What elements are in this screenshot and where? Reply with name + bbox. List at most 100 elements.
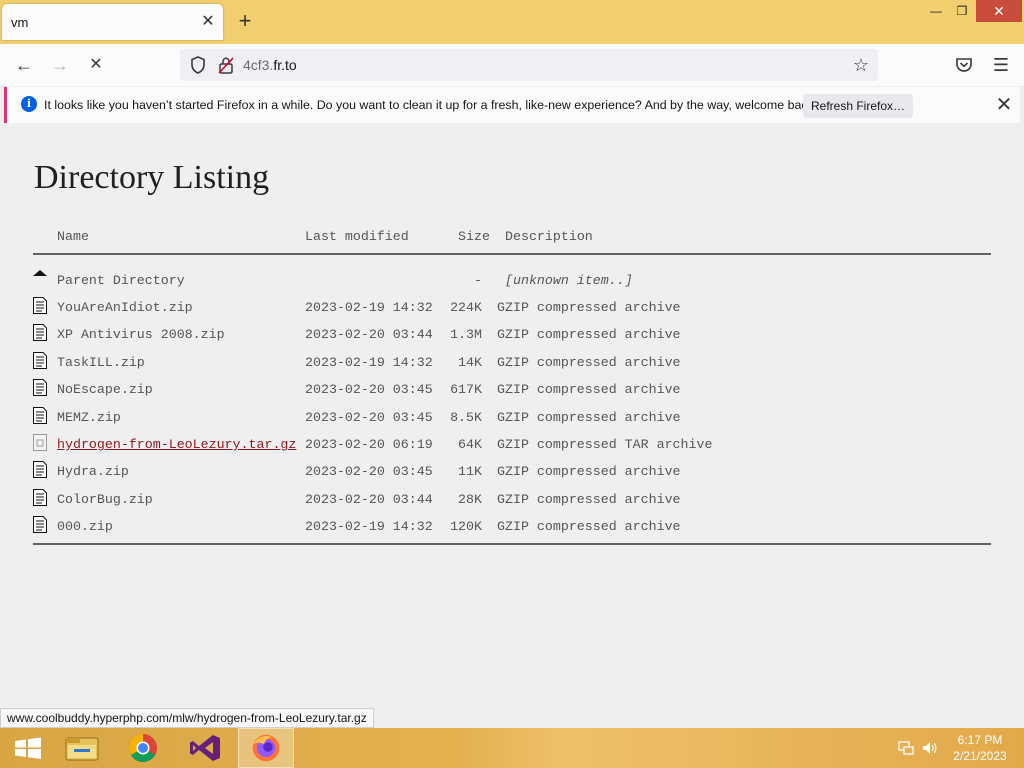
info-icon: i (21, 96, 37, 112)
column-header-name[interactable]: Name (57, 229, 89, 244)
close-window-button[interactable]: ✕ (976, 0, 1022, 22)
table-row: XP Antivirus 2008.zip 2023-02-20 03:44 1.3… (0, 324, 1024, 349)
file-description: GZIP compressed archive (497, 327, 681, 343)
back-button[interactable]: ← (12, 53, 36, 77)
tracking-protection-shield-icon[interactable] (188, 55, 208, 75)
compressed-file-icon (33, 516, 47, 534)
file-name-link[interactable]: hydrogen-from-LeoLezury.tar.gz (57, 437, 296, 452)
parent-directory-link[interactable]: Parent Directory (57, 273, 185, 288)
header-divider (33, 253, 991, 255)
taskbar-clock[interactable]: 6:17 PM 2/21/2023 (944, 732, 1016, 764)
file-name-link[interactable]: MEMZ.zip (57, 410, 121, 425)
clock-date: 2/21/2023 (953, 749, 1007, 763)
notification-close-icon[interactable]: ✕ (992, 93, 1016, 117)
title-bar: vm ✕ + — ❐ ✕ (0, 0, 1024, 44)
file-explorer-icon[interactable] (54, 728, 110, 768)
file-size: 1.3M (450, 327, 482, 343)
minimize-button[interactable]: — (922, 0, 950, 22)
table-row: TaskILL.zip 2023-02-19 14:32 14K GZIP compr… (0, 351, 1024, 377)
parent-directory-row: Parent Directory - [unknown item..] (0, 270, 1024, 295)
file-name-link[interactable]: XP Antivirus 2008.zip (57, 327, 225, 342)
file-last-modified: 2023-02-20 03:45 (305, 464, 433, 480)
file-size: 617K (450, 382, 482, 398)
file-description: GZIP compressed archive (497, 300, 681, 315)
table-row: hydrogen-from-LeoLezury.tar.gz 2023-02-20… (0, 434, 1024, 459)
file-name-link[interactable]: ColorBug.zip (57, 492, 153, 507)
file-description: GZIP compressed archive (497, 464, 681, 480)
file-description: GZIP compressed archive (497, 409, 681, 425)
compressed-file-icon (33, 488, 47, 506)
application-menu-button[interactable]: ☰ (990, 54, 1012, 76)
bookmark-star-icon[interactable]: ☆ (850, 54, 872, 76)
restore-button[interactable]: ❐ (948, 0, 976, 22)
pocket-icon[interactable] (953, 54, 975, 76)
file-name-link[interactable]: Hydra.zip (57, 464, 129, 479)
table-row: ColorBug.zip 2023-02-20 03:44 28K GZIP comp… (0, 488, 1024, 514)
file-last-modified: 2023-02-20 03:45 (305, 409, 433, 425)
file-last-modified: 2023-02-20 03:44 (305, 327, 433, 343)
file-size: 120K (450, 519, 482, 535)
file-size: 224K (450, 300, 482, 315)
footer-divider (33, 543, 991, 545)
table-row: YouAreAnIdiot.zip 2023-02-19 14:32 224K GZI… (0, 297, 1024, 322)
file-name-link[interactable]: NoEscape.zip (57, 382, 153, 397)
file-name-link[interactable]: YouAreAnIdiot.zip (57, 300, 193, 315)
unknown-file-icon (33, 434, 47, 451)
compressed-file-icon (33, 351, 47, 369)
column-header-description[interactable]: Description (505, 229, 593, 244)
browser-tab[interactable]: vm ✕ (2, 4, 223, 40)
file-description: GZIP compressed archive (497, 491, 681, 507)
column-header-size[interactable]: Size (458, 229, 490, 244)
file-last-modified: 2023-02-19 14:32 (305, 300, 433, 315)
visual-studio-icon[interactable] (177, 728, 233, 768)
firefox-icon[interactable] (238, 728, 294, 768)
new-tab-button[interactable]: + (233, 10, 257, 34)
file-description: GZIP compressed archive (497, 519, 681, 535)
table-row: NoEscape.zip 2023-02-20 03:45 617K GZIP com… (0, 379, 1024, 404)
refresh-firefox-button[interactable]: Refresh Firefox… (803, 94, 913, 118)
start-windows-icon[interactable] (0, 728, 56, 768)
parent-size: - (474, 273, 482, 288)
parent-description: [unknown item..] (505, 273, 633, 288)
file-name-link[interactable]: TaskILL.zip (57, 355, 145, 370)
tab-close-icon[interactable]: ✕ (198, 12, 218, 32)
file-size: 11K (458, 464, 482, 480)
url-text[interactable]: 4cf3.fr.to (243, 57, 297, 73)
network-tray-icon[interactable] (898, 740, 914, 756)
chrome-icon[interactable] (115, 728, 171, 768)
table-row: Hydra.zip 2023-02-20 03:45 11K GZIP compres… (0, 461, 1024, 486)
table-row: MEMZ.zip 2023-02-20 03:45 8.5K GZIP compres… (0, 406, 1024, 432)
file-last-modified: 2023-02-20 03:44 (305, 491, 433, 507)
file-description: GZIP compressed TAR archive (497, 437, 713, 452)
file-last-modified: 2023-02-19 14:32 (305, 354, 433, 370)
file-size: 64K (458, 437, 482, 452)
insecure-lock-icon[interactable] (216, 55, 236, 75)
address-bar[interactable]: 4cf3.fr.to ☆ (180, 49, 878, 81)
compressed-file-icon (33, 379, 47, 397)
url-host: fr.to (273, 57, 297, 73)
compressed-file-icon (33, 406, 47, 424)
forward-button[interactable]: → (48, 53, 72, 77)
file-last-modified: 2023-02-19 14:32 (305, 519, 433, 535)
file-description: GZIP compressed archive (497, 354, 681, 370)
compressed-file-icon (33, 297, 47, 314)
file-size: 14K (458, 354, 482, 370)
volume-tray-icon[interactable] (921, 740, 937, 756)
file-name-link[interactable]: 000.zip (57, 519, 113, 534)
up-arrow-icon (33, 270, 47, 276)
page-content: Directory Listing Name Last modified Siz… (0, 124, 1024, 708)
file-size: 28K (458, 491, 482, 507)
column-header-last-modified[interactable]: Last modified (305, 229, 409, 244)
file-description: GZIP compressed archive (497, 382, 681, 398)
file-size: 8.5K (450, 409, 482, 425)
taskbar: 6:17 PM 2/21/2023 (0, 728, 1024, 768)
table-row: 000.zip 2023-02-19 14:32 120K GZIP compress… (0, 516, 1024, 541)
url-prefix: 4cf3. (243, 57, 274, 73)
compressed-file-icon (33, 324, 47, 342)
file-last-modified: 2023-02-20 03:45 (305, 382, 433, 398)
clock-time: 6:17 PM (957, 733, 1003, 747)
file-last-modified: 2023-02-20 06:19 (305, 437, 433, 452)
notification-message: It looks like you haven’t started Firefo… (44, 98, 818, 112)
status-bar-url: www.coolbuddy.hyperphp.com/mlw/hydrogen-… (0, 708, 374, 728)
stop-loading-button[interactable]: ✕ (84, 53, 108, 77)
